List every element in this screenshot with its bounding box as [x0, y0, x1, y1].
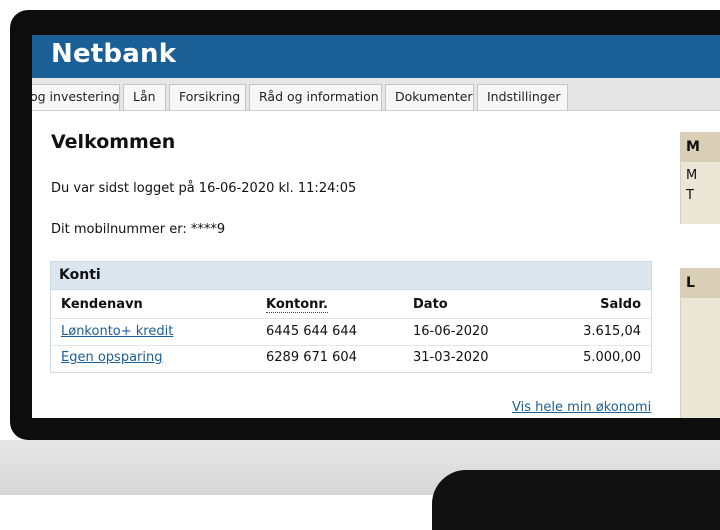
monitor-stand [432, 470, 720, 530]
tab-indstillinger[interactable]: Indstillinger [477, 84, 568, 110]
right-box-line: M [686, 168, 698, 183]
right-second-box: L [680, 268, 720, 418]
right-box-line: T [686, 188, 694, 203]
account-number: 6289 671 604 [266, 350, 357, 365]
tab-investering[interactable]: og investering [32, 84, 120, 110]
account-link-loenkonto[interactable]: Lønkonto+ kredit [61, 324, 173, 339]
account-balance: 3.615,04 [583, 324, 641, 339]
header-bar: Netbank [32, 35, 720, 78]
column-header-dato: Dato [413, 297, 448, 312]
column-header-kontonr[interactable]: Kontonr. [266, 297, 328, 313]
column-header-kendenavn: Kendenavn [61, 297, 143, 312]
konti-panel: Konti Kendenavn Kontonr. Dato Saldo Lønk… [50, 261, 652, 373]
row-divider [51, 345, 651, 346]
main-nav: og investering Lån Forsikring Råd og inf… [32, 78, 720, 111]
right-box-heading: M [681, 132, 720, 162]
mobile-number-text: Dit mobilnummer er: ****9 [51, 222, 226, 237]
konti-title: Konti [51, 262, 651, 290]
tab-raad-og-information[interactable]: Råd og information [249, 84, 382, 110]
netbank-logo[interactable]: Netbank [51, 39, 176, 69]
account-number: 6445 644 644 [266, 324, 357, 339]
account-balance: 5.000,00 [583, 350, 641, 365]
page-title: Velkommen [51, 131, 176, 153]
row-divider [51, 318, 651, 319]
account-date: 31-03-2020 [413, 350, 489, 365]
right-info-box: M M T [680, 132, 720, 224]
account-date: 16-06-2020 [413, 324, 489, 339]
tab-forsikring[interactable]: Forsikring [169, 84, 246, 110]
browser-screen: Netbank og investering Lån Forsikring Rå… [32, 35, 720, 418]
tab-laan[interactable]: Lån [123, 84, 166, 110]
account-link-egen-opsparing[interactable]: Egen opsparing [61, 350, 162, 365]
right-box-heading: L [681, 268, 720, 298]
column-header-saldo: Saldo [600, 297, 641, 312]
last-login-text: Du var sidst logget på 16-06-2020 kl. 11… [51, 181, 357, 196]
tab-dokumenter[interactable]: Dokumenter [385, 84, 474, 110]
vis-hele-oekonomi-link[interactable]: Vis hele min økonomi [512, 400, 651, 415]
